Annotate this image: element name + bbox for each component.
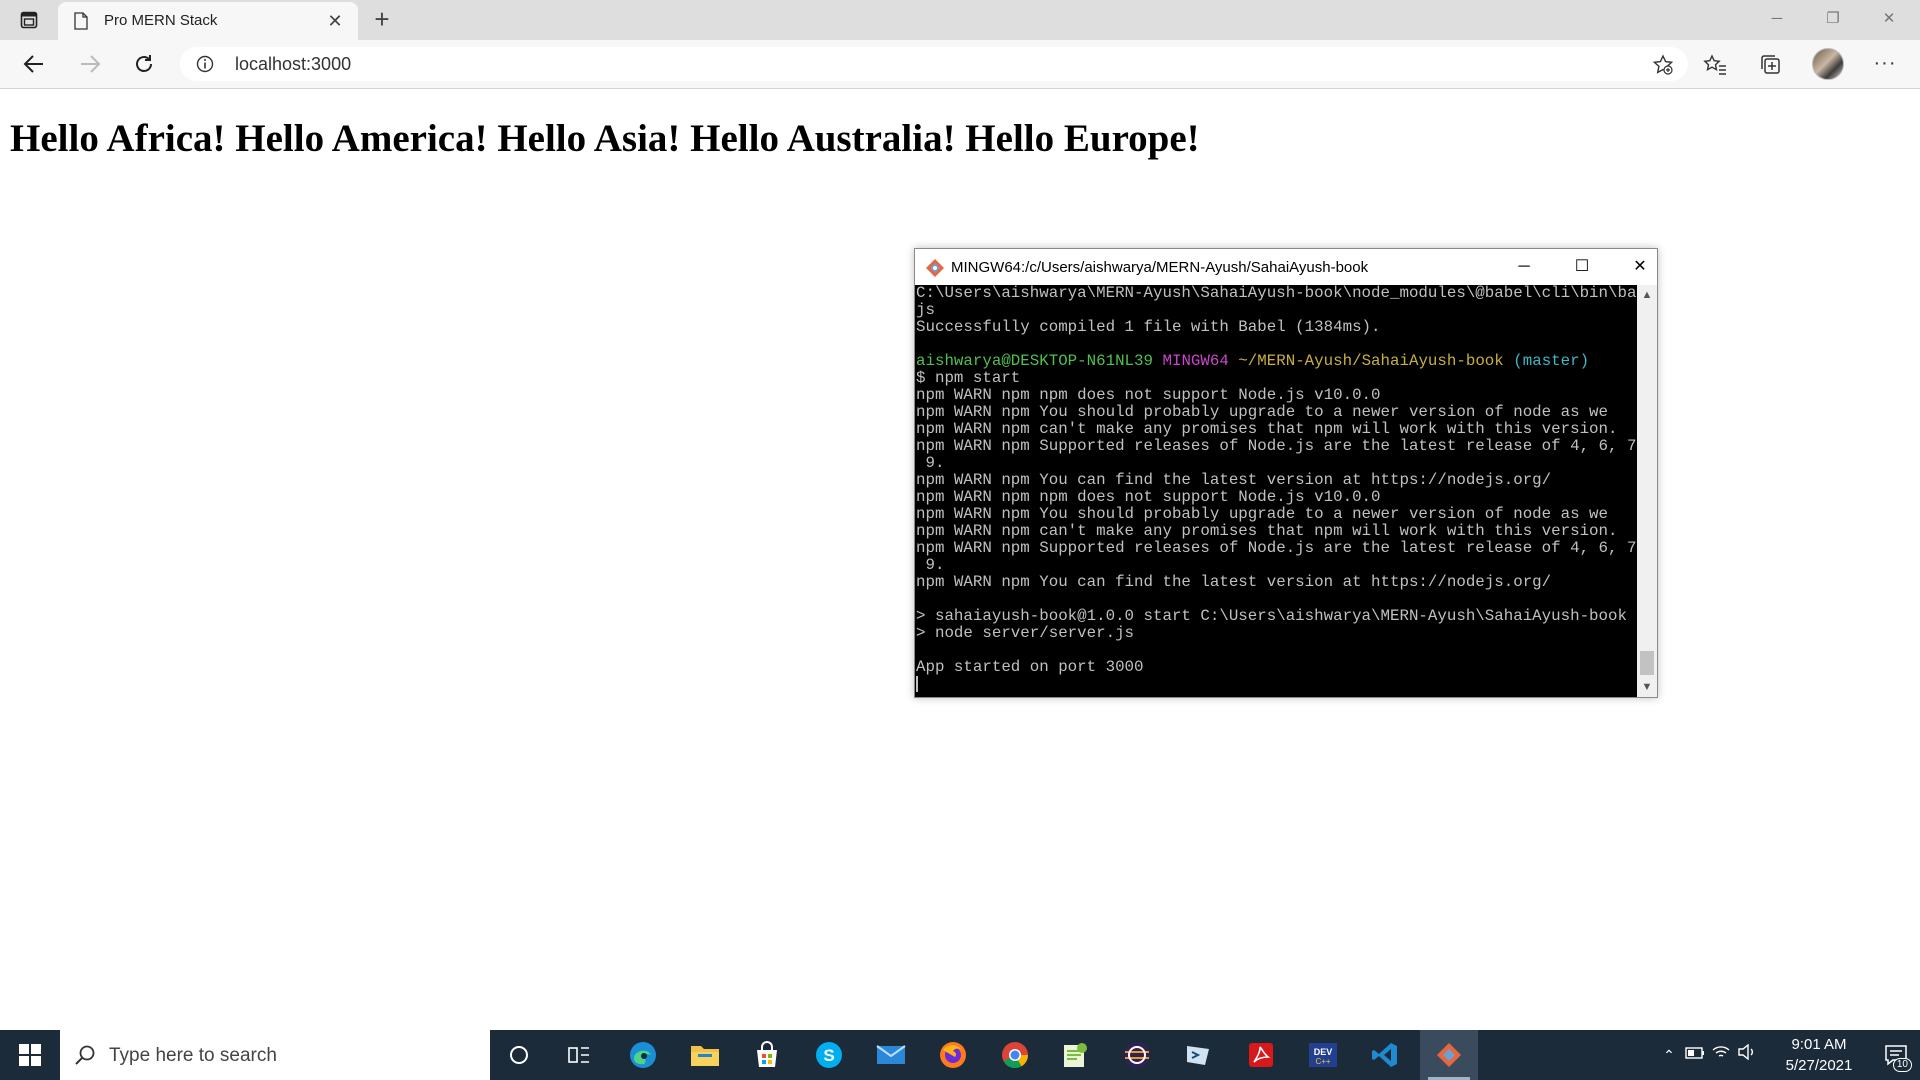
taskbar-search-box[interactable]: Type here to search xyxy=(60,1030,490,1080)
scroll-up-icon[interactable]: ▲ xyxy=(1637,287,1657,303)
document-icon xyxy=(74,12,90,30)
windows-start-icon[interactable] xyxy=(0,1030,60,1080)
collections-icon[interactable] xyxy=(1756,50,1786,80)
show-hidden-icons-icon[interactable]: ⌃ xyxy=(1658,1044,1680,1066)
terminal-cursor xyxy=(916,676,918,692)
back-icon[interactable] xyxy=(16,48,52,80)
terminal-line: npm WARN npm Supported releases of Node.… xyxy=(916,539,1637,557)
refresh-icon[interactable] xyxy=(126,48,162,80)
address-text[interactable]: localhost:3000 xyxy=(235,54,351,75)
scroll-down-icon[interactable]: ▼ xyxy=(1637,679,1657,695)
terminal-title: MINGW64:/c/Users/aishwarya/MERN-Ayush/Sa… xyxy=(951,259,1369,276)
terminal-titlebar[interactable]: MINGW64:/c/Users/aishwarya/MERN-Ayush/Sa… xyxy=(915,249,1657,285)
svg-text:S: S xyxy=(823,1046,834,1065)
taskbar: Type here to search S DEV C++ ⌃ 9:01 AM … xyxy=(0,1030,1920,1080)
restore-icon[interactable]: ❐ xyxy=(1810,4,1856,34)
git-bash-taskbar-icon[interactable] xyxy=(1420,1030,1478,1080)
prompt-shell: MINGW64 xyxy=(1162,352,1229,370)
prompt-user: aishwarya@DESKTOP-N61NL39 xyxy=(916,352,1153,370)
search-icon xyxy=(74,1044,96,1066)
favorites-icon[interactable] xyxy=(1700,50,1730,80)
scrollbar-thumb[interactable] xyxy=(1640,651,1654,675)
store-icon[interactable] xyxy=(738,1030,796,1080)
forward-icon[interactable] xyxy=(72,48,108,80)
system-tray: ⌃ 9:01 AM 5/27/2021 10 xyxy=(1644,1030,1920,1080)
terminal-line: npm WARN npm can't make any promises tha… xyxy=(916,522,1618,540)
terminal-line: 9. xyxy=(916,556,945,574)
terminal-text: C:\Users\aishwarya\MERN-Ayush\SahaiAyush… xyxy=(916,285,1637,693)
git-bash-icon xyxy=(925,258,945,278)
terminal-scrollbar[interactable]: ▲ ▼ xyxy=(1637,285,1657,697)
edge-icon[interactable] xyxy=(614,1030,672,1080)
search-placeholder: Type here to search xyxy=(109,1045,277,1066)
skype-icon[interactable]: S xyxy=(800,1030,858,1080)
mail-icon[interactable] xyxy=(862,1030,920,1080)
terminal-line: npm WARN npm You should probably upgrade… xyxy=(916,505,1609,523)
more-options-icon[interactable]: ··· xyxy=(1870,50,1900,80)
terminal-line: npm WARN npm can't make any promises tha… xyxy=(916,420,1618,438)
tab-actions-icon[interactable] xyxy=(14,8,44,32)
notepad-plus-icon[interactable] xyxy=(1046,1030,1104,1080)
wifi-icon[interactable] xyxy=(1710,1044,1732,1066)
terminal-line: npm WARN npm npm does not support Node.j… xyxy=(916,488,1381,506)
acrobat-icon[interactable] xyxy=(1232,1030,1290,1080)
notifications-icon[interactable]: 10 xyxy=(1872,1030,1920,1080)
task-view-icon[interactable] xyxy=(550,1030,608,1080)
browser-toolbar: localhost:3000 ··· xyxy=(0,40,1920,89)
vscode-icon[interactable] xyxy=(1356,1030,1414,1080)
new-tab-button[interactable]: + xyxy=(368,6,396,34)
prompt-branch: (master) xyxy=(1513,352,1590,370)
address-bar[interactable]: localhost:3000 xyxy=(180,47,1688,81)
cortana-icon[interactable] xyxy=(490,1030,548,1080)
terminal-line: js xyxy=(916,301,935,319)
browser-tab-strip: Pro MERN Stack ✕ + ─ ❐ ✕ xyxy=(0,0,1920,40)
terminal-close-icon[interactable]: ✕ xyxy=(1615,253,1665,281)
page-heading: Hello Africa! Hello America! Hello Asia!… xyxy=(10,117,1200,160)
terminal-line: App started on port 3000 xyxy=(916,658,1144,676)
site-info-icon[interactable] xyxy=(196,55,214,73)
close-tab-icon[interactable]: ✕ xyxy=(324,10,346,32)
terminal-minimize-icon[interactable]: ─ xyxy=(1499,253,1549,281)
firefox-icon[interactable] xyxy=(924,1030,982,1080)
profile-avatar[interactable] xyxy=(1812,48,1844,80)
chrome-icon[interactable] xyxy=(986,1030,1044,1080)
file-explorer-icon[interactable] xyxy=(676,1030,734,1080)
clock-time[interactable]: 9:01 AM xyxy=(1774,1036,1864,1053)
terminal-line: > sahaiayush-book@1.0.0 start C:\Users\a… xyxy=(916,607,1627,625)
dev-cpp-icon[interactable]: DEV C++ xyxy=(1294,1030,1352,1080)
add-favorite-icon[interactable] xyxy=(1652,54,1674,76)
terminal-output[interactable]: C:\Users\aishwarya\MERN-Ayush\SahaiAyush… xyxy=(915,285,1637,697)
notification-count: 10 xyxy=(1892,1058,1912,1072)
terminal-window[interactable]: MINGW64:/c/Users/aishwarya/MERN-Ayush/Sa… xyxy=(914,248,1658,698)
svg-text:DEV: DEV xyxy=(1314,1047,1333,1057)
terminal-line: 9. xyxy=(916,454,945,472)
terminal-line: npm WARN npm You can find the latest ver… xyxy=(916,573,1552,591)
svg-text:C++: C++ xyxy=(1315,1057,1330,1066)
terminal-line: Successfully compiled 1 file with Babel … xyxy=(916,318,1381,336)
terminal-line: npm WARN npm Supported releases of Node.… xyxy=(916,437,1637,455)
terminal-line: npm WARN npm npm does not support Node.j… xyxy=(916,386,1381,404)
volume-icon[interactable] xyxy=(1736,1043,1758,1066)
eclipse-icon[interactable] xyxy=(1108,1030,1166,1080)
terminal-line: > node server/server.js xyxy=(916,624,1135,642)
tab-title: Pro MERN Stack xyxy=(104,12,218,29)
terminal-icon[interactable] xyxy=(1170,1030,1228,1080)
browser-tab[interactable]: Pro MERN Stack ✕ xyxy=(58,2,358,40)
terminal-line: $ npm start xyxy=(916,369,1021,387)
clock-date[interactable]: 5/27/2021 xyxy=(1774,1057,1864,1074)
minimize-icon[interactable]: ─ xyxy=(1754,4,1800,34)
terminal-line: npm WARN npm You should probably upgrade… xyxy=(916,403,1609,421)
prompt-path: ~/MERN-Ayush/SahaiAyush-book xyxy=(1238,352,1504,370)
battery-icon[interactable] xyxy=(1684,1044,1706,1066)
close-window-icon[interactable]: ✕ xyxy=(1866,4,1912,34)
terminal-line: C:\Users\aishwarya\MERN-Ayush\SahaiAyush… xyxy=(916,285,1637,302)
terminal-line: npm WARN npm You can find the latest ver… xyxy=(916,471,1552,489)
terminal-maximize-icon[interactable]: ☐ xyxy=(1557,253,1607,281)
